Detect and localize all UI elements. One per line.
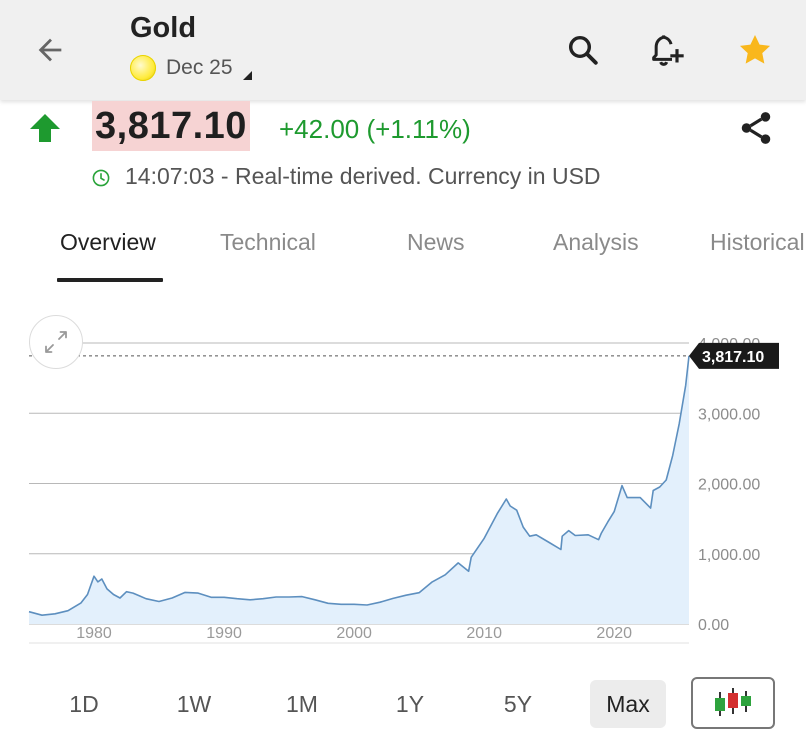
contract-selector[interactable]: Dec 25: [130, 54, 252, 82]
area-fill: [29, 355, 689, 624]
y-tick-label: 3,000.00: [698, 406, 760, 423]
arrow-up-icon: [30, 114, 60, 142]
active-tab-indicator: [57, 278, 163, 282]
search-button[interactable]: [561, 28, 605, 72]
add-alert-button[interactable]: [645, 28, 689, 72]
candlestick-icon: [715, 688, 751, 716]
expand-icon: [45, 331, 67, 353]
range-max[interactable]: Max: [590, 680, 666, 728]
x-tick-label: 2000: [336, 625, 372, 642]
share-icon: [741, 112, 771, 144]
tab-news[interactable]: News: [407, 229, 465, 256]
time-range-selector: 1D 1W 1M 1Y 5Y Max: [0, 674, 806, 734]
search-icon: [568, 35, 598, 65]
y-tick-label: 1,000.00: [698, 547, 760, 564]
share-button[interactable]: [734, 106, 778, 150]
range-1w[interactable]: 1W: [164, 680, 224, 728]
tab-overview[interactable]: Overview: [60, 229, 156, 256]
range-1m[interactable]: 1M: [272, 680, 332, 728]
favorite-button[interactable]: [733, 28, 777, 72]
back-button[interactable]: [26, 28, 74, 72]
x-tick-label: 2020: [596, 625, 632, 642]
tab-bar: Overview Technical News Analysis Histori…: [0, 215, 806, 285]
x-tick-label: 1980: [76, 625, 112, 642]
y-tick-label: 0.00: [698, 617, 729, 634]
x-tick-label: 1990: [206, 625, 242, 642]
y-tick-label: 2,000.00: [698, 477, 760, 494]
tab-analysis[interactable]: Analysis: [553, 229, 639, 256]
range-5y[interactable]: 5Y: [488, 680, 548, 728]
tab-technical[interactable]: Technical: [220, 229, 316, 256]
tab-historical[interactable]: Historical: [710, 229, 805, 256]
range-1d[interactable]: 1D: [54, 680, 114, 728]
last-price: 3,817.10: [92, 101, 250, 151]
bell-plus-icon: [652, 35, 684, 66]
price-chart[interactable]: 4,000.003,000.002,000.001,000.000.001980…: [0, 300, 806, 670]
expand-chart-button[interactable]: [29, 315, 83, 369]
x-tick-label: 2010: [466, 625, 502, 642]
contract-label: Dec 25: [166, 56, 233, 79]
star-icon: [739, 34, 771, 64]
chart-type-toggle[interactable]: [691, 677, 775, 729]
top-app-bar: Gold Dec 25: [0, 0, 806, 100]
clock-icon: [92, 169, 110, 187]
range-1y[interactable]: 1Y: [380, 680, 440, 728]
quote-timestamp: 14:07:03 - Real-time derived. Currency i…: [125, 163, 601, 189]
price-change: +42.00 (+1.11%): [279, 114, 471, 144]
back-arrow-icon: [38, 38, 62, 62]
current-price-label: 3,817.10: [702, 349, 764, 366]
gold-coin-icon: [130, 55, 156, 81]
instrument-title: Gold: [130, 12, 197, 44]
caret-down-icon: [242, 70, 252, 80]
